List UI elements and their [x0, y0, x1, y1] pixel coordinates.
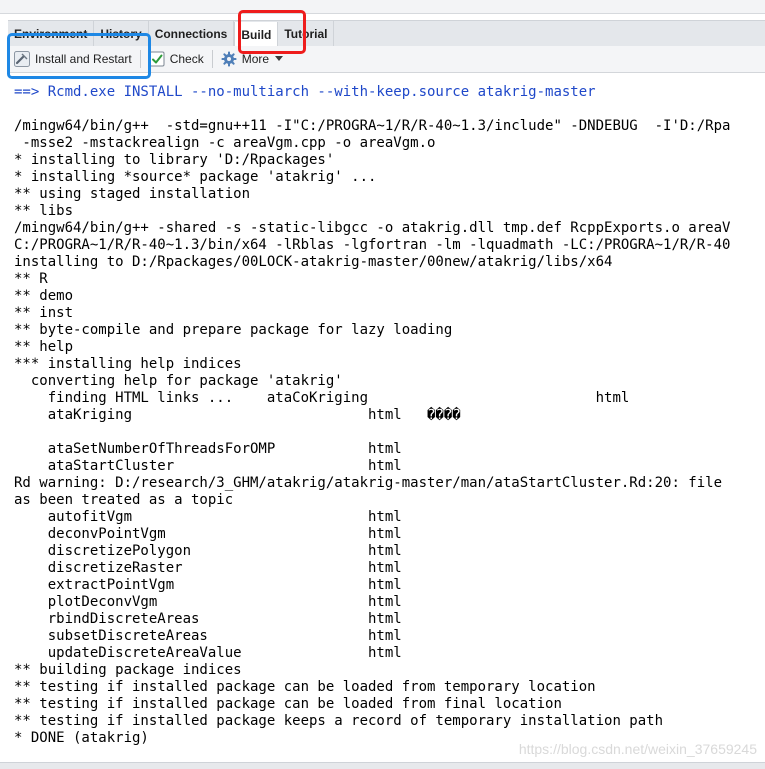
console-line: autofitVgm html: [14, 509, 402, 525]
console-line: ** testing if installed package keeps a …: [14, 713, 664, 729]
tab-environment[interactable]: Environment: [8, 21, 95, 46]
watermark: https://blog.csdn.net/weixin_37659245: [518, 741, 757, 757]
console-command-line: ==> Rcmd.exe INSTALL --no-multiarch --wi…: [14, 84, 596, 100]
console-line: rbindDiscreteAreas html: [14, 611, 402, 627]
console-line: -msse2 -mstackrealign -c areaVgm.cpp -o …: [14, 135, 436, 151]
console-line: ** help: [14, 339, 74, 355]
more-label: More: [241, 52, 270, 66]
console-line: /mingw64/bin/g++ -std=gnu++11 -I"C:/PROG…: [14, 118, 731, 134]
build-console-output: ==> Rcmd.exe INSTALL --no-multiarch --wi…: [14, 84, 765, 762]
tab-tutorial[interactable]: Tutorial: [278, 21, 335, 46]
console-line: ataKriging html ����: [14, 407, 461, 423]
console-line: ** testing if installed package can be l…: [14, 696, 562, 712]
tab-history[interactable]: History: [94, 21, 149, 46]
hammer-icon: [14, 51, 30, 67]
console-line: discretizeRaster html: [14, 560, 402, 576]
tab-bar: Environment History Connections Build Tu…: [8, 20, 765, 47]
console-line: converting help for package 'atakrig': [14, 373, 343, 389]
install-and-restart-label: Install and Restart: [35, 52, 132, 66]
install-and-restart-button[interactable]: Install and Restart: [8, 48, 138, 70]
tab-connections[interactable]: Connections: [149, 21, 235, 46]
check-button[interactable]: Check: [143, 48, 210, 70]
build-pane: Environment History Connections Build Tu…: [0, 0, 765, 769]
console-line: extractPointVgm html: [14, 577, 402, 593]
console-line: ataStartCluster html: [14, 458, 402, 474]
checkbox-icon: [149, 51, 165, 67]
caret-down-icon: [275, 56, 284, 62]
console-line: plotDeconvVgm html: [14, 594, 402, 610]
console-line: /mingw64/bin/g++ -shared -s -static-libg…: [14, 220, 731, 236]
console-line: * installing to library 'D:/Rpackages': [14, 152, 335, 168]
console-line: as been treated as a topic: [14, 492, 234, 508]
console-line: deconvPointVgm html: [14, 526, 402, 542]
gear-icon: [221, 51, 237, 67]
console-line: ** testing if installed package can be l…: [14, 679, 596, 695]
console-line: finding HTML links ... ataCoKriging html: [14, 390, 630, 406]
more-button[interactable]: More: [215, 48, 289, 70]
console-line: ataSetNumberOfThreadsForOMP html: [14, 441, 402, 457]
toolbar-divider: [211, 50, 213, 68]
pane-bottom-strip: [0, 762, 765, 769]
console-line: ** inst: [14, 305, 74, 321]
console-line: Rd warning: D:/research/3_GHM/atakrig/at…: [14, 475, 723, 491]
console-line: discretizePolygon html: [14, 543, 402, 559]
pane-top-strip: [0, 0, 765, 14]
console-line: ** libs: [14, 203, 74, 219]
console-line: * installing *source* package 'atakrig' …: [14, 169, 377, 185]
console-line: subsetDiscreteAreas html: [14, 628, 402, 644]
console-line: ** building package indices: [14, 662, 242, 678]
console-line: updateDiscreteAreaValue html: [14, 645, 402, 661]
build-toolbar: Install and Restart Check More: [8, 46, 765, 73]
console-line: *** installing help indices: [14, 356, 242, 372]
console-line: ** R: [14, 271, 48, 287]
tab-build[interactable]: Build: [234, 22, 279, 47]
console-line: ** byte-compile and prepare package for …: [14, 322, 453, 338]
console-line: installing to D:/Rpackages/00LOCK-atakri…: [14, 254, 613, 270]
toolbar-divider: [139, 50, 141, 68]
console-line: ** demo: [14, 288, 74, 304]
check-label: Check: [169, 52, 204, 66]
console-line: ** using staged installation: [14, 186, 251, 202]
console-line: C:/PROGRA~1/R/R-40~1.3/bin/x64 -lRblas -…: [14, 237, 731, 253]
